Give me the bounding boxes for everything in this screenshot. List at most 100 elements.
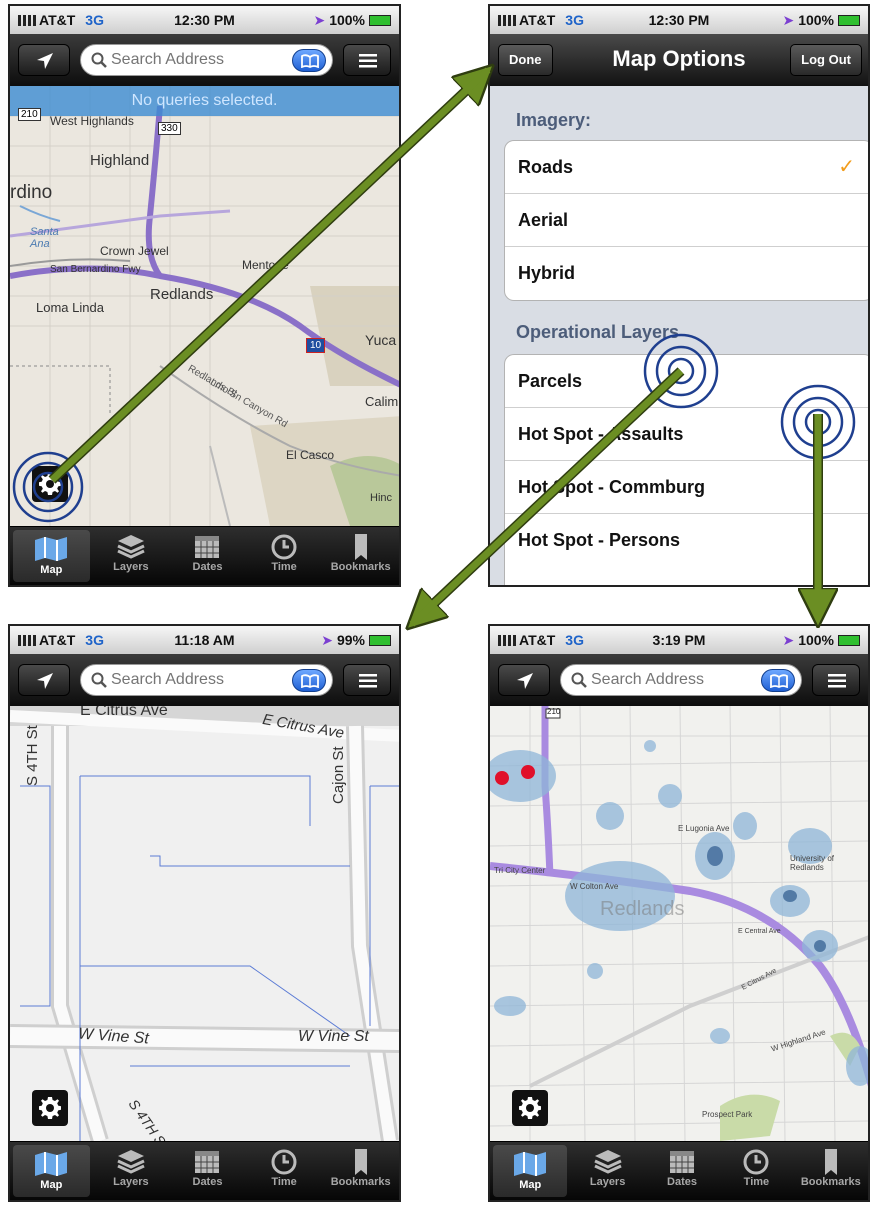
imagery-option-aerial[interactable]: Aerial <box>505 194 868 247</box>
highway-shield: 330 <box>158 122 181 135</box>
calendar-icon <box>645 1142 719 1176</box>
search-input[interactable] <box>111 670 271 690</box>
map-label: El Casco <box>286 448 335 462</box>
battery-percent: 100% <box>798 632 834 648</box>
tab-dates[interactable]: Dates <box>169 1142 246 1200</box>
map-label: Tri City Center <box>494 866 546 875</box>
map-label: Santa Ana <box>30 226 59 250</box>
map-view[interactable]: E Citrus Ave E Citrus Ave S 4TH St Cajon… <box>10 706 399 1141</box>
location-arrow-icon: ➤ <box>313 12 326 28</box>
menu-button[interactable] <box>343 44 391 76</box>
settings-button[interactable] <box>512 1090 548 1126</box>
tab-bar: Map Layers Dates Time Bookmarks <box>490 1142 868 1200</box>
layers-header: Operational Layers <box>516 322 680 342</box>
map-view[interactable]: Redlands University of Redlands Tri City… <box>490 706 868 1141</box>
battery-icon <box>369 635 391 646</box>
imagery-option-roads[interactable]: Roads ✓ <box>505 141 868 194</box>
locate-button[interactable] <box>498 664 550 696</box>
search-bar <box>80 664 333 696</box>
map-icon <box>13 1145 90 1179</box>
tab-label: Layers <box>113 1176 149 1188</box>
imagery-option-hybrid[interactable]: Hybrid <box>505 247 868 300</box>
settings-button[interactable] <box>32 466 68 502</box>
battery-percent: 99% <box>336 632 365 648</box>
bookmarks-button[interactable] <box>761 669 795 692</box>
location-arrow-icon: ➤ <box>321 632 333 648</box>
search-input[interactable] <box>111 50 271 70</box>
gear-icon <box>39 473 61 495</box>
settings-button[interactable] <box>32 1090 68 1126</box>
map-icon <box>493 1145 567 1179</box>
tab-time[interactable]: Time <box>246 527 323 585</box>
bookmark-icon <box>322 1142 399 1176</box>
tab-label: Time <box>743 1176 770 1188</box>
search-input[interactable] <box>591 670 751 690</box>
layer-option-persons[interactable]: Hot Spot - Persons <box>505 514 868 567</box>
nav-bar: Done Map Options Log Out <box>490 34 868 86</box>
status-bar: AT&T 3G 12:30 PM ➤ 100% <box>490 6 868 34</box>
location-arrow-icon <box>37 53 53 69</box>
bookmark-icon <box>322 527 399 561</box>
tab-dates[interactable]: Dates <box>645 1142 719 1200</box>
location-arrow-icon: ➤ <box>782 12 795 28</box>
clock-icon <box>246 527 323 561</box>
layer-option-assaults[interactable]: Hot Spot - Assaults <box>505 408 868 461</box>
menu-button[interactable] <box>343 664 391 696</box>
map-label: West Highlands <box>50 114 134 128</box>
battery-icon <box>838 635 860 646</box>
map-label: Loma Linda <box>36 300 104 315</box>
map-label: Yuca <box>365 332 397 348</box>
hamburger-icon <box>359 54 377 68</box>
basemap <box>490 706 868 1141</box>
map-label: E Lugonia Ave <box>678 824 730 833</box>
tab-map[interactable]: Map <box>13 1145 90 1197</box>
phone-parcels-map: AT&T3G 11:18 AM ➤99% E Citrus Ave E Citr… <box>8 624 401 1202</box>
battery-icon <box>369 15 391 26</box>
location-arrow-icon: ➤ <box>782 632 795 648</box>
search-icon <box>91 52 107 68</box>
map-toolbar <box>10 654 399 706</box>
tab-time[interactable]: Time <box>246 1142 323 1200</box>
tab-bookmarks[interactable]: Bookmarks <box>322 527 399 585</box>
tab-label: Bookmarks <box>330 561 391 573</box>
tab-layers[interactable]: Layers <box>93 527 170 585</box>
map-label: E Central Ave <box>738 928 781 935</box>
query-banner: No queries selected. <box>10 86 399 116</box>
interstate-shield: 10 <box>306 338 326 353</box>
logout-button[interactable]: Log Out <box>790 44 862 76</box>
tab-label: Time <box>271 1176 297 1188</box>
tab-dates[interactable]: Dates <box>169 527 246 585</box>
highway-shield: 210 <box>18 108 41 121</box>
tab-layers[interactable]: Layers <box>93 1142 170 1200</box>
map-label: rdino <box>10 182 53 203</box>
tab-map[interactable]: Map <box>493 1145 568 1197</box>
hamburger-icon <box>828 674 846 688</box>
locate-button[interactable] <box>18 664 70 696</box>
layer-option-parcels[interactable]: Parcels <box>505 355 868 408</box>
map-label: Redlands <box>600 898 685 920</box>
tab-label: Bookmarks <box>800 1176 861 1188</box>
bookmarks-button[interactable] <box>292 49 326 72</box>
tab-map[interactable]: Map <box>13 530 90 582</box>
tab-bookmarks[interactable]: Bookmarks <box>322 1142 399 1200</box>
map-toolbar <box>490 654 868 706</box>
map-view[interactable]: No queries selected. West Highlands High… <box>10 86 399 526</box>
phone-map-options: AT&T 3G 12:30 PM ➤ 100% Done Map Options L… <box>488 4 870 587</box>
battery-icon <box>838 15 860 26</box>
tab-time[interactable]: Time <box>719 1142 793 1200</box>
map-label: W Colton Ave <box>570 882 619 891</box>
location-arrow-icon <box>37 673 53 689</box>
map-label: Hinc <box>370 492 393 504</box>
book-icon <box>770 674 788 688</box>
tab-layers[interactable]: Layers <box>570 1142 644 1200</box>
gear-icon <box>39 1097 61 1119</box>
layer-option-commburg[interactable]: Hot Spot - Commburg <box>505 461 868 514</box>
battery-percent: 100% <box>329 12 365 28</box>
tab-bookmarks[interactable]: Bookmarks <box>794 1142 868 1200</box>
bookmarks-button[interactable] <box>292 669 326 692</box>
menu-button[interactable] <box>812 664 860 696</box>
locate-button[interactable] <box>18 44 70 76</box>
status-bar: AT&T 3G 11:18 AM ➤ 99% <box>10 626 399 654</box>
calendar-icon <box>169 527 246 561</box>
tab-label: Map <box>519 1179 542 1191</box>
